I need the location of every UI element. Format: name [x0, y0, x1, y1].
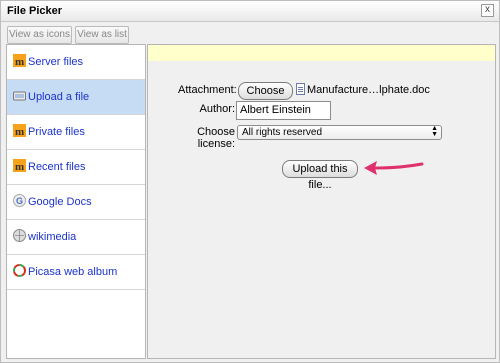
sidebar-item-server-files[interactable]: m Server files	[7, 45, 145, 80]
wikimedia-icon	[13, 229, 26, 242]
svg-text:G: G	[16, 196, 23, 206]
license-label: Choose license:	[197, 126, 235, 150]
upload-icon	[13, 91, 26, 101]
moodle-icon: m	[13, 54, 26, 67]
selected-file-name: Manufacture…lphate.doc	[307, 84, 430, 96]
license-selected-value: All rights reserved	[242, 127, 323, 138]
close-icon[interactable]: x	[481, 4, 494, 17]
pointer-arrow-icon	[364, 161, 424, 175]
title-bar[interactable]: File Picker x	[1, 1, 499, 22]
picasa-icon	[13, 264, 26, 277]
view-as-icons-button[interactable]: View as icons	[7, 26, 72, 44]
sidebar-item-wikimedia[interactable]: wikimedia	[7, 220, 145, 255]
google-icon: G	[13, 194, 26, 207]
moodle-icon: m	[13, 159, 26, 172]
select-arrows-icon: ▲ ▼	[431, 125, 438, 138]
author-label: Author:	[199, 103, 235, 115]
sidebar-item-label: Google Docs	[28, 196, 92, 208]
sidebar-item-recent-files[interactable]: m Recent files	[7, 150, 145, 185]
sidebar-item-label: Picasa web album	[28, 266, 118, 278]
sidebar-item-label: Upload a file	[28, 91, 90, 103]
svg-text:m: m	[15, 126, 24, 137]
sidebar-item-label: Server files	[28, 56, 84, 68]
svg-text:m: m	[15, 161, 24, 172]
svg-text:m: m	[15, 56, 24, 67]
attachment-label: Attachment:	[178, 84, 237, 96]
moodle-icon: m	[13, 124, 26, 137]
view-as-list-button[interactable]: View as list	[75, 26, 129, 44]
sidebar-item-label: Private files	[28, 126, 85, 138]
choose-file-button[interactable]: Choose File	[238, 82, 293, 113]
sidebar-item-private-files[interactable]: m Private files	[7, 115, 145, 150]
sidebar-item-label: Recent files	[28, 161, 86, 173]
message-banner	[148, 45, 495, 61]
file-picker-dialog: File Picker x View as icons View as list…	[0, 0, 500, 363]
dialog-title: File Picker	[7, 5, 63, 17]
repository-sidebar: m Server files Upload a file m Private f…	[6, 44, 146, 359]
author-field[interactable]	[236, 101, 331, 120]
sidebar-item-upload-a-file[interactable]: Upload a file	[7, 80, 145, 115]
sidebar-item-google-docs[interactable]: G Google Docs	[7, 185, 145, 220]
sidebar-item-label: wikimedia	[28, 231, 77, 243]
sidebar-item-picasa-web-album[interactable]: Picasa web album	[7, 255, 145, 290]
upload-panel: Attachment: Choose File Manufacture…lpha…	[147, 44, 496, 359]
upload-this-file-button[interactable]: Upload this file...	[282, 160, 358, 191]
license-select[interactable]: All rights reserved ▲ ▼	[237, 125, 442, 140]
document-icon	[296, 83, 305, 95]
